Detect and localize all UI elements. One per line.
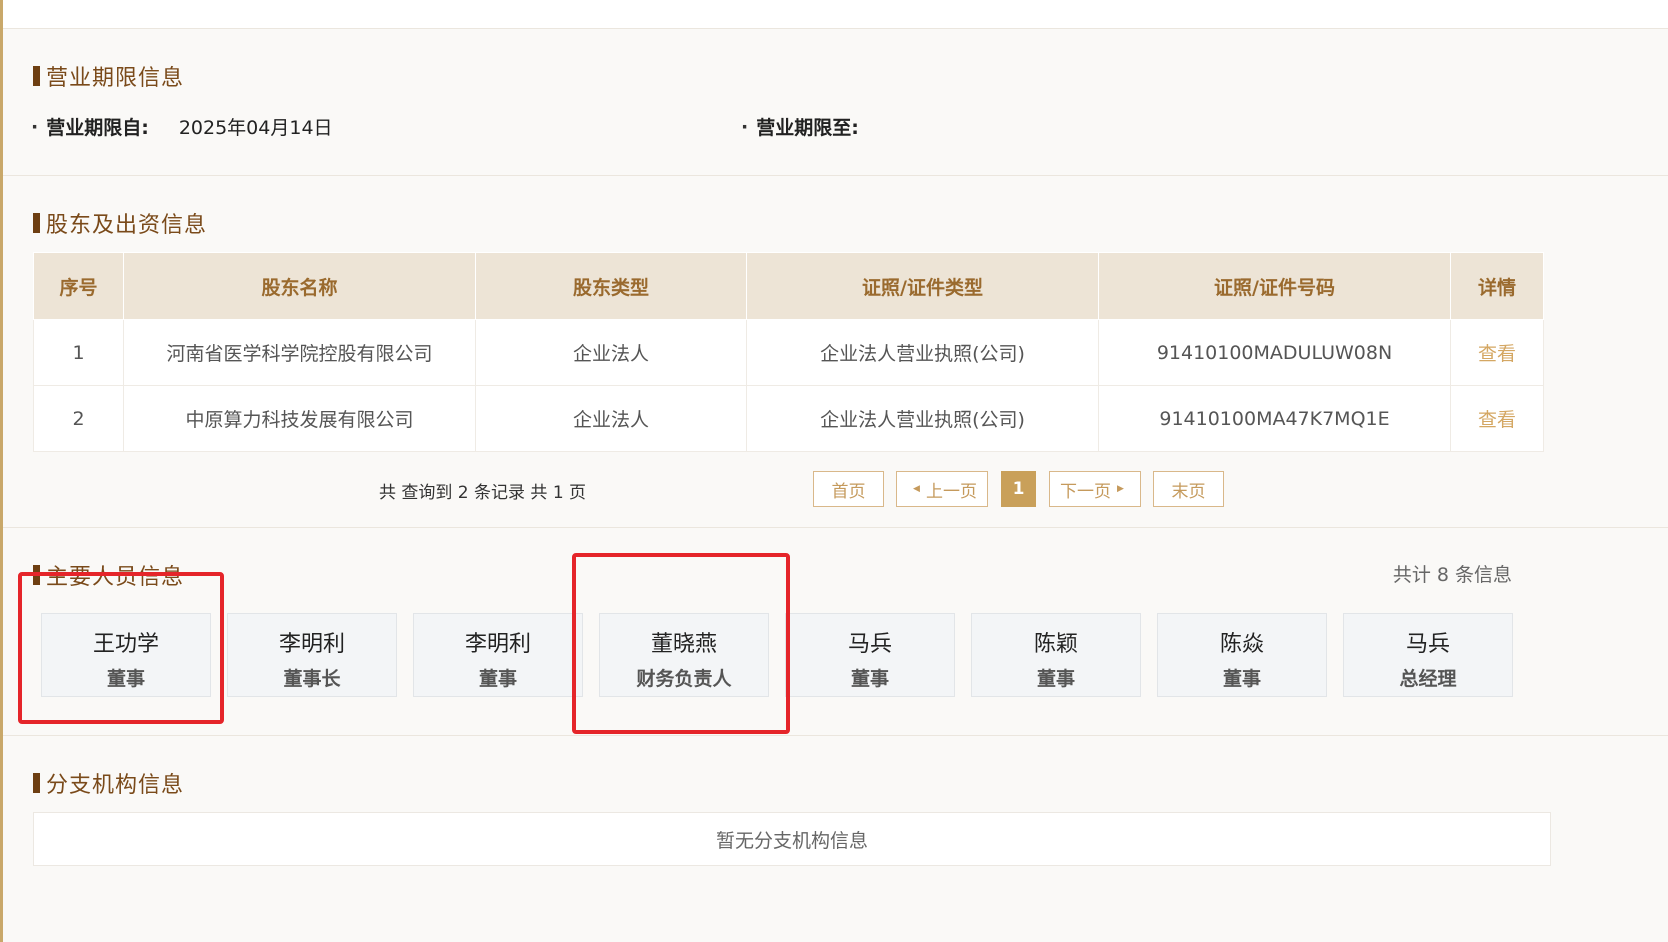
- section-title-text: 股东及出资信息: [46, 213, 208, 238]
- cell-index: 2: [33, 385, 124, 452]
- view-detail-link[interactable]: 查看: [1450, 319, 1544, 386]
- person-role: 董事: [850, 668, 889, 690]
- person-name: 李明利: [464, 632, 531, 657]
- person-role: 董事长: [283, 668, 341, 690]
- button-label: 1: [1012, 479, 1025, 499]
- section-title-text: 营业期限信息: [46, 66, 185, 91]
- cell-license-number: 91410100MADULUW08N: [1098, 319, 1451, 386]
- person-name: 李明利: [278, 632, 345, 657]
- column-header: 股东名称: [123, 252, 476, 320]
- section-title-text: 分支机构信息: [46, 773, 185, 798]
- field-term-to: · 营业期限至:: [741, 113, 889, 140]
- highlight-box: [572, 553, 790, 734]
- cell-license-number: 91410100MA47K7MQ1E: [1098, 385, 1451, 452]
- prev-page-button[interactable]: ◀ 上一页: [896, 471, 988, 507]
- person-name: 陈焱: [1219, 632, 1264, 657]
- divider: [3, 735, 1668, 736]
- page-number-button[interactable]: 1: [1001, 471, 1036, 507]
- divider: [3, 527, 1668, 528]
- cell-shareholder-name: 河南省医学科学院控股有限公司: [123, 319, 476, 386]
- column-header: 股东类型: [475, 252, 747, 320]
- column-header: 证照/证件号码: [1098, 252, 1451, 320]
- field-label: 营业期限至:: [756, 117, 859, 139]
- cell-license-type: 企业法人营业执照(公司): [746, 319, 1099, 386]
- person-card[interactable]: 李明利 董事长: [227, 613, 397, 697]
- field-value: 2025年04月14日: [178, 117, 333, 139]
- title-bar-icon: [33, 213, 40, 233]
- person-name: 马兵: [847, 632, 892, 657]
- view-detail-link[interactable]: 查看: [1450, 385, 1544, 452]
- cell-license-type: 企业法人营业执照(公司): [746, 385, 1099, 452]
- title-bar-icon: [33, 773, 40, 793]
- title-bar-icon: [33, 66, 40, 86]
- bullet-icon: ·: [741, 115, 749, 138]
- cell-shareholder-name: 中原算力科技发展有限公司: [123, 385, 476, 452]
- person-role: 董事: [1036, 668, 1075, 690]
- table-row: 1 河南省医学科学院控股有限公司 企业法人 企业法人营业执照(公司) 91410…: [33, 319, 1544, 386]
- field-label: 营业期限自:: [46, 117, 149, 139]
- person-card[interactable]: 李明利 董事: [413, 613, 583, 697]
- section-title-branches: 分支机构信息: [33, 767, 184, 799]
- button-label: 首页: [831, 481, 866, 502]
- person-role: 董事: [478, 668, 517, 690]
- person-role: 总经理: [1399, 668, 1457, 690]
- top-bar: [3, 0, 1668, 29]
- caret-left-icon: ◀: [913, 484, 920, 494]
- person-role: 董事: [1222, 668, 1261, 690]
- next-page-button[interactable]: 下一页 ▶: [1049, 471, 1141, 507]
- divider: [3, 175, 1668, 176]
- shareholder-table: 序号 股东名称 股东类型 证照/证件类型 证照/证件号码 详情 1 河南省医学科…: [33, 252, 1544, 452]
- highlight-box: [18, 572, 224, 724]
- section-title-shareholders: 股东及出资信息: [33, 207, 207, 239]
- column-header: 序号: [33, 252, 124, 320]
- column-header: 详情: [1450, 252, 1544, 320]
- button-label: 末页: [1171, 481, 1206, 502]
- last-page-button[interactable]: 末页: [1153, 471, 1224, 507]
- cell-index: 1: [33, 319, 124, 386]
- person-card[interactable]: 马兵 董事: [785, 613, 955, 697]
- records-summary: 共 查询到 2 条记录 共 1 页: [379, 483, 587, 503]
- caret-right-icon: ▶: [1117, 484, 1124, 494]
- person-card[interactable]: 陈焱 董事: [1157, 613, 1327, 697]
- button-label: 下一页: [1060, 481, 1112, 502]
- section-title-business-term: 营业期限信息: [33, 60, 184, 92]
- person-card[interactable]: 马兵 总经理: [1343, 613, 1513, 697]
- person-name: 陈颖: [1033, 632, 1078, 657]
- first-page-button[interactable]: 首页: [813, 471, 884, 507]
- cell-shareholder-type: 企业法人: [475, 385, 747, 452]
- cell-shareholder-type: 企业法人: [475, 319, 747, 386]
- bullet-icon: ·: [31, 115, 39, 138]
- table-row: 2 中原算力科技发展有限公司 企业法人 企业法人营业执照(公司) 9141010…: [33, 385, 1544, 452]
- table-header-row: 序号 股东名称 股东类型 证照/证件类型 证照/证件号码 详情: [33, 252, 1544, 320]
- person-card[interactable]: 陈颖 董事: [971, 613, 1141, 697]
- field-term-from: · 营业期限自: 2025年04月14日: [31, 113, 333, 140]
- person-name: 马兵: [1405, 632, 1450, 657]
- personnel-total-count: 共计 8 条信息: [1392, 564, 1512, 586]
- column-header: 证照/证件类型: [746, 252, 1099, 320]
- empty-branch-message: 暂无分支机构信息: [33, 812, 1551, 866]
- button-label: 上一页: [925, 481, 977, 502]
- page: 营业期限信息 · 营业期限自: 2025年04月14日 · 营业期限至: 股东及…: [0, 0, 1668, 942]
